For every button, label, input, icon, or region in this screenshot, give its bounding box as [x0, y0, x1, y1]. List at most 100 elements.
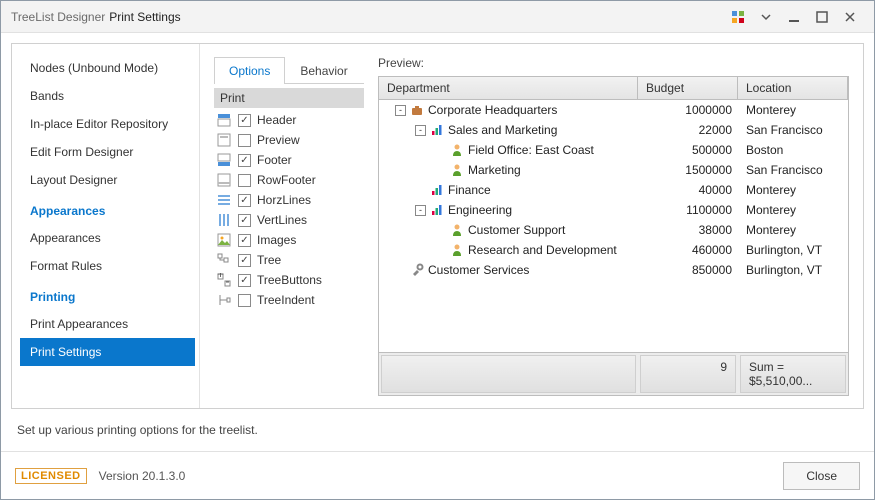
expand-toggle[interactable]: -: [415, 205, 426, 216]
cell-location: Monterey: [738, 100, 848, 120]
svg-text:+: +: [217, 273, 224, 281]
content: Nodes (Unbound Mode)BandsIn-place Editor…: [1, 33, 874, 451]
option-label: Footer: [257, 153, 292, 167]
sidebar-item[interactable]: Format Rules: [20, 252, 195, 280]
sidebar-item[interactable]: Appearances: [20, 224, 195, 252]
footer-dept: [381, 355, 636, 393]
col-budget[interactable]: Budget: [638, 77, 738, 99]
checkbox[interactable]: [238, 234, 251, 247]
cell-location: Monterey: [738, 200, 848, 220]
footer-loc: Sum = $5,510,00...: [740, 355, 846, 393]
cell-location: Burlington, VT: [738, 240, 848, 260]
options-list: Print HeaderPreview Footer RowFooter HorzLi…: [214, 88, 364, 396]
tools-icon: [410, 263, 424, 277]
sidebar-item[interactable]: Layout Designer: [20, 166, 195, 194]
sidebar-item[interactable]: Edit Form Designer: [20, 138, 195, 166]
table-row[interactable]: - Corporate Headquarters 1000000Monterey: [379, 100, 848, 120]
table-row[interactable]: Research and Development460000Burlington…: [379, 240, 848, 260]
checkbox[interactable]: [238, 114, 251, 127]
dept-name: Finance: [448, 183, 491, 197]
close-button[interactable]: Close: [783, 462, 860, 490]
expand-toggle[interactable]: -: [415, 125, 426, 136]
preview-grid[interactable]: Department Budget Location -Corporate He…: [378, 76, 849, 396]
chart-icon: [430, 203, 444, 217]
options-group-header: Print: [214, 88, 364, 108]
print-option[interactable]: VertLines: [214, 210, 364, 230]
cell-location: San Francisco: [738, 120, 848, 140]
table-row[interactable]: Customer Services 850000Burlington, VT: [379, 260, 848, 280]
tab[interactable]: Behavior: [285, 57, 362, 84]
chevron-down-icon[interactable]: [752, 7, 780, 27]
title-page: Print Settings: [109, 10, 180, 24]
table-row[interactable]: -Engineering1100000Monterey: [379, 200, 848, 220]
sidebar-heading: Printing: [20, 280, 195, 310]
table-row[interactable]: Finance 40000Monterey: [379, 180, 848, 200]
checkbox[interactable]: [238, 174, 251, 187]
cell-department: Marketing: [379, 160, 638, 180]
option-label: TreeIndent: [257, 293, 315, 307]
print-option[interactable]: Footer: [214, 150, 364, 170]
checkbox[interactable]: [238, 254, 251, 267]
grid-footer: 9 Sum = $5,510,00...: [379, 352, 848, 395]
print-option[interactable]: Tree: [214, 250, 364, 270]
checkbox[interactable]: [238, 194, 251, 207]
checkbox[interactable]: [238, 134, 251, 147]
dept-name: Field Office: East Coast: [468, 143, 594, 157]
dept-name: Marketing: [468, 163, 521, 177]
sidebar-item[interactable]: Print Appearances: [20, 310, 195, 338]
checkbox[interactable]: [238, 214, 251, 227]
maximize-icon[interactable]: [808, 7, 836, 27]
cell-department: Finance: [379, 180, 638, 200]
option-label: RowFooter: [257, 173, 316, 187]
cell-department: Research and Development: [379, 240, 638, 260]
cell-budget: 22000: [638, 120, 738, 140]
cell-location: San Francisco: [738, 160, 848, 180]
chart-icon: [430, 123, 444, 137]
sidebar-item[interactable]: Print Settings: [20, 338, 195, 366]
dept-name: Corporate Headquarters: [428, 103, 557, 117]
layout-picker-icon[interactable]: [724, 7, 752, 27]
print-option[interactable]: Header: [214, 110, 364, 130]
briefcase-icon: [410, 103, 424, 117]
vlines-icon: [216, 212, 232, 228]
cell-location: Burlington, VT: [738, 260, 848, 280]
cell-department: -Engineering: [379, 200, 638, 220]
sidebar-item[interactable]: Nodes (Unbound Mode): [20, 54, 195, 82]
cell-department: Customer Services: [379, 260, 638, 280]
person-icon: [450, 223, 464, 237]
tree-icon: [216, 252, 232, 268]
images-icon: [216, 232, 232, 248]
sidebar: Nodes (Unbound Mode)BandsIn-place Editor…: [12, 44, 200, 408]
cell-budget: 1000000: [638, 100, 738, 120]
tab[interactable]: Options: [214, 57, 285, 84]
checkbox[interactable]: [238, 154, 251, 167]
table-row[interactable]: -Sales and Marketing22000San Francisco: [379, 120, 848, 140]
table-row[interactable]: Field Office: East Coast500000Boston: [379, 140, 848, 160]
print-option[interactable]: TreeIndent: [214, 290, 364, 310]
print-option[interactable]: Images: [214, 230, 364, 250]
sidebar-item[interactable]: In-place Editor Repository: [20, 110, 195, 138]
preview-label: Preview:: [378, 56, 849, 70]
col-location[interactable]: Location: [738, 77, 848, 99]
minimize-icon[interactable]: [780, 7, 808, 27]
cell-budget: 850000: [638, 260, 738, 280]
expand-toggle[interactable]: -: [395, 105, 406, 116]
print-option[interactable]: HorzLines: [214, 190, 364, 210]
main: OptionsBehavior Print HeaderPreview Foote…: [200, 44, 863, 408]
col-department[interactable]: Department: [379, 77, 638, 99]
table-row[interactable]: Customer Support38000Monterey: [379, 220, 848, 240]
print-option[interactable]: Preview: [214, 130, 364, 150]
close-icon[interactable]: [836, 7, 864, 27]
table-row[interactable]: Marketing1500000San Francisco: [379, 160, 848, 180]
dept-name: Customer Services: [428, 263, 529, 277]
person-icon: [450, 243, 464, 257]
checkbox[interactable]: [238, 294, 251, 307]
print-option[interactable]: RowFooter: [214, 170, 364, 190]
sidebar-item[interactable]: Bands: [20, 82, 195, 110]
description: Set up various printing options for the …: [11, 409, 864, 451]
cell-location: Monterey: [738, 180, 848, 200]
checkbox[interactable]: [238, 274, 251, 287]
cell-budget: 40000: [638, 180, 738, 200]
version-label: Version 20.1.3.0: [99, 469, 186, 483]
print-option[interactable]: +-TreeButtons: [214, 270, 364, 290]
